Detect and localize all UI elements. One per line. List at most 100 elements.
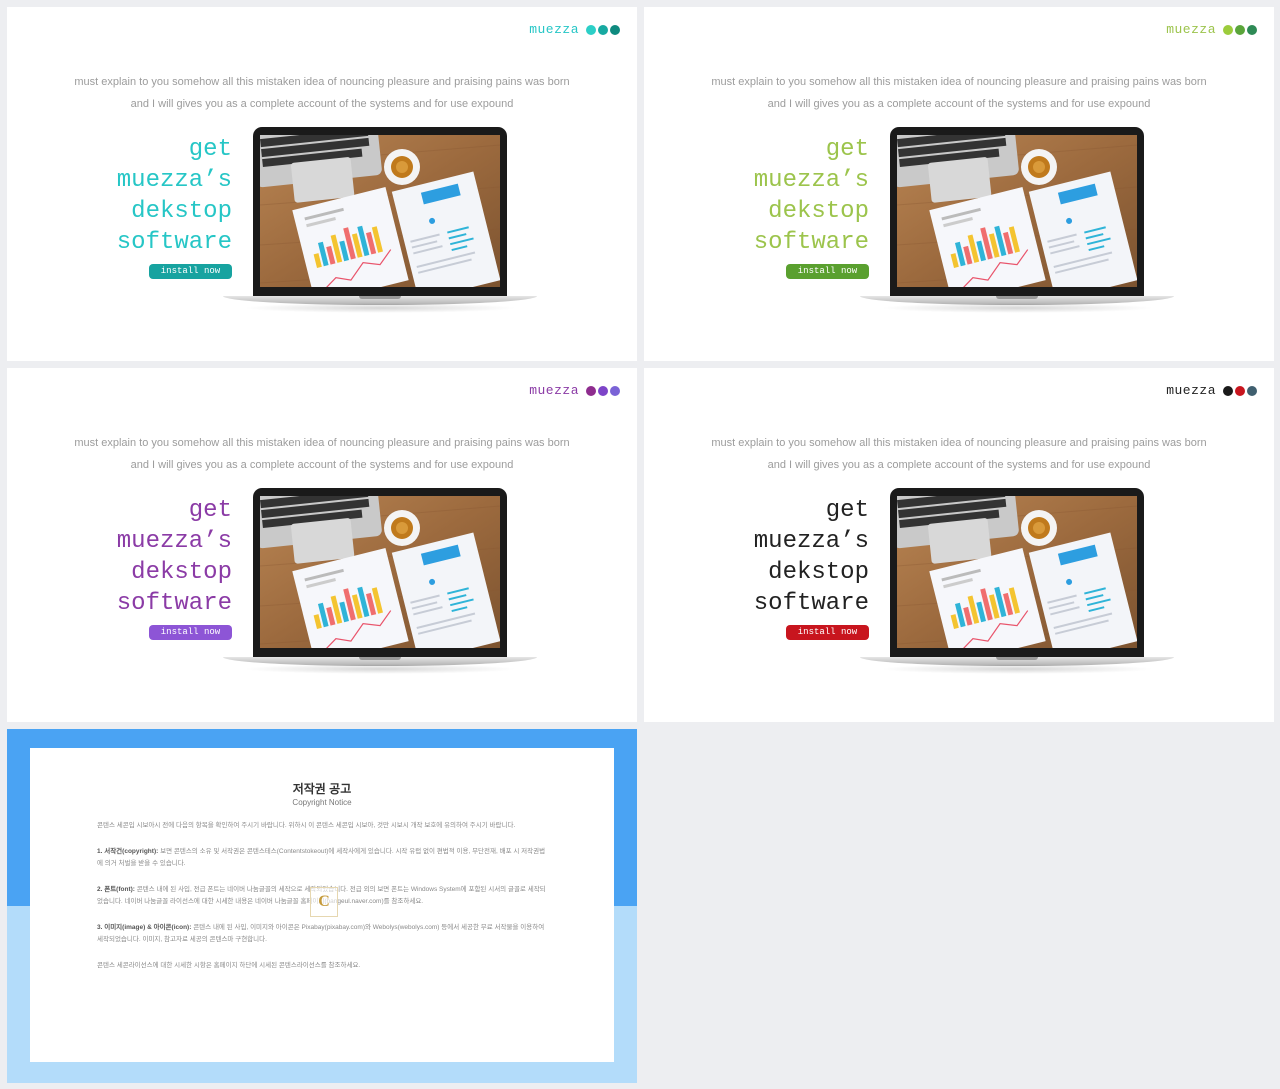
brand-dot (1247, 24, 1257, 35)
laptop-shadow (880, 303, 1154, 313)
headline-line: get (825, 136, 869, 163)
brand-name: muezza (1166, 383, 1216, 398)
intro-text: must explain to you somehow all this mis… (47, 432, 597, 476)
intro-line: must explain to you somehow all this mis… (711, 76, 1207, 88)
paragraph-head: 2. 폰트(font): (97, 885, 135, 893)
brand-logo: muezza (529, 383, 620, 398)
copyright-paragraph: 3. 이미지(image) & 아이콘(icon): 콘텐스 내에 된 사입, … (97, 922, 547, 947)
laptop-lid (253, 488, 507, 658)
headline: get muezza’s dekstop software (754, 134, 869, 258)
copyright-slide: 저작권 공고 Copyright Notice 콘텐스 세콘입 시보아시 전에 … (7, 729, 637, 1083)
intro-text: must explain to you somehow all this mis… (684, 432, 1234, 476)
brand-dot (586, 24, 596, 35)
watermark-logo-icon: C (310, 887, 338, 917)
brand-dot (598, 385, 608, 396)
intro-line: and I will gives you as a complete accou… (130, 98, 514, 110)
headline-line: dekstop (131, 198, 232, 225)
copyright-paragraph: 콘텐스 세콘라이선스에 대한 시세한 시항은 홈페이지 하단에 시세된 콘텐스라… (97, 960, 547, 973)
headline-line: get (825, 497, 869, 524)
laptop-notch (359, 296, 401, 299)
slide-purple: muezza must explain to you somehow all t… (7, 368, 637, 722)
copyright-card: 저작권 공고 Copyright Notice 콘텐스 세콘입 시보아시 전에 … (30, 748, 614, 1062)
brand-dot (610, 24, 620, 35)
headline: get muezza’s dekstop software (754, 495, 869, 619)
brand-name: muezza (1166, 22, 1216, 37)
brand-dot (1235, 385, 1245, 396)
headline: get muezza’s dekstop software (117, 495, 232, 619)
copyright-paragraph: 콘텐스 세콘입 시보아시 전에 다음의 항목을 확인하여 주시기 바랍니다. 위… (97, 820, 547, 833)
brand-dot (1247, 385, 1257, 396)
coffee-cup-photo (1021, 510, 1057, 546)
intro-line: must explain to you somehow all this mis… (74, 76, 570, 88)
laptop-screen (897, 496, 1137, 648)
laptop-notch (996, 657, 1038, 660)
brand-dot (1235, 24, 1245, 35)
install-now-button[interactable]: install now (786, 625, 869, 640)
desk-photo (897, 135, 1137, 287)
paragraph-head: 3. 이미지(image) & 아이콘(icon): (97, 923, 192, 931)
laptop-mockup (223, 127, 537, 313)
brand-name: muezza (529, 22, 579, 37)
brand-dots (1223, 24, 1257, 35)
paragraph-text: 콘텐스 세콘입 시보아시 전에 다음의 항목을 확인하여 주시기 바랍니다. 위… (97, 822, 516, 829)
brand-dots (586, 24, 620, 35)
laptop-screen (897, 135, 1137, 287)
laptop-mockup (860, 127, 1174, 313)
intro-line: and I will gives you as a complete accou… (767, 459, 1151, 471)
paragraph-head: 1. 서작건(copyright): (97, 847, 159, 855)
desk-photo (260, 135, 500, 287)
coffee-cup-photo (1021, 149, 1057, 185)
headline-line: get (188, 497, 232, 524)
brand-logo: muezza (1166, 22, 1257, 37)
slide-green: muezza must explain to you somehow all t… (644, 7, 1274, 361)
desk-photo (897, 496, 1137, 648)
laptop-notch (359, 657, 401, 660)
intro-line: and I will gives you as a complete accou… (130, 459, 514, 471)
intro-text: must explain to you somehow all this mis… (684, 71, 1234, 115)
laptop-lid (890, 488, 1144, 658)
headline: get muezza’s dekstop software (117, 134, 232, 258)
intro-line: must explain to you somehow all this mis… (74, 437, 570, 449)
laptop-shadow (880, 664, 1154, 674)
paragraph-text: 콘텐스 세콘라이선스에 대한 시세한 시항은 홈페이지 하단에 시세된 콘텐스라… (97, 961, 361, 969)
headline-line: muezza’s (116, 528, 232, 555)
intro-line: must explain to you somehow all this mis… (711, 437, 1207, 449)
slide-dark: muezza must explain to you somehow all t… (644, 368, 1274, 722)
copyright-subtitle: Copyright Notice (292, 798, 352, 807)
brand-dot (1223, 24, 1233, 35)
copyright-title: 저작권 공고 (292, 782, 352, 796)
brand-dot (610, 385, 620, 396)
headline-line: software (116, 590, 232, 617)
headline-line: software (116, 229, 232, 256)
headline-line: dekstop (768, 198, 869, 225)
coffee-cup-photo (384, 149, 420, 185)
install-now-button[interactable]: install now (786, 264, 869, 279)
intro-text: must explain to you somehow all this mis… (47, 71, 597, 115)
paragraph-text: 보면 콘텐스의 소유 및 서작권은 콘텐스테스(Contentstokeout)… (97, 847, 546, 868)
laptop-shadow (243, 303, 517, 313)
brand-logo: muezza (1166, 383, 1257, 398)
brand-logo: muezza (529, 22, 620, 37)
desk-photo (260, 496, 500, 648)
headline-line: dekstop (131, 559, 232, 586)
headline-line: software (753, 590, 869, 617)
intro-line: and I will gives you as a complete accou… (767, 98, 1151, 110)
laptop-screen (260, 496, 500, 648)
install-now-button[interactable]: install now (149, 625, 232, 640)
laptop-lid (890, 127, 1144, 297)
brand-dot (598, 24, 608, 35)
headline-line: software (753, 229, 869, 256)
headline-line: get (188, 136, 232, 163)
brand-name: muezza (529, 383, 579, 398)
slide-teal: muezza must explain to you somehow all t… (7, 7, 637, 361)
brand-dots (1223, 385, 1257, 396)
laptop-mockup (223, 488, 537, 674)
laptop-lid (253, 127, 507, 297)
brand-dot (1223, 385, 1233, 396)
install-now-button[interactable]: install now (149, 264, 232, 279)
laptop-screen (260, 135, 500, 287)
headline-line: muezza’s (753, 167, 869, 194)
headline-line: muezza’s (116, 167, 232, 194)
laptop-shadow (243, 664, 517, 674)
headline-line: muezza’s (753, 528, 869, 555)
